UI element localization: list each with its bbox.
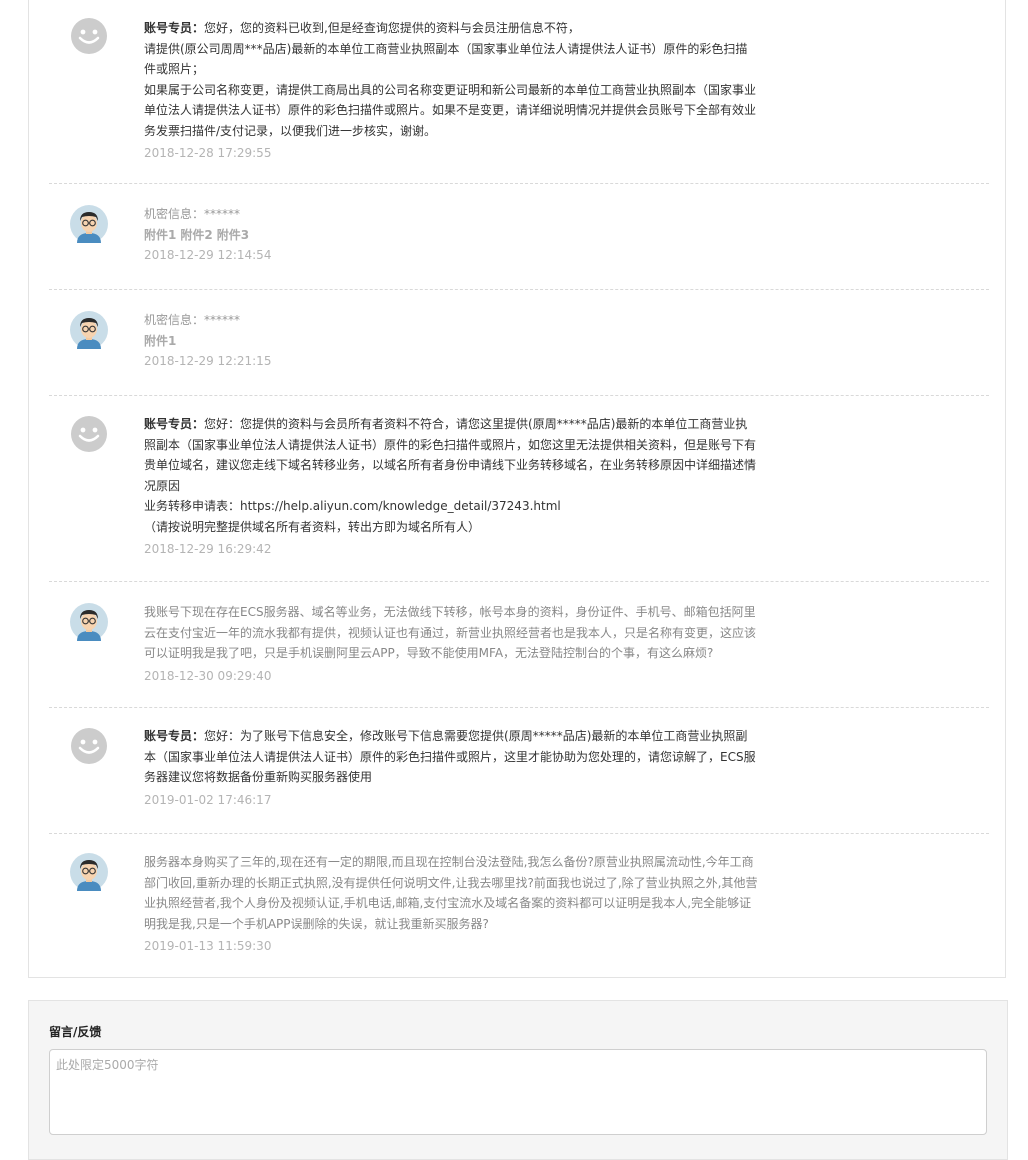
- divider: [49, 581, 989, 582]
- message-content: 机密信息：****** 附件1 2018-12-29 12:21:15: [144, 310, 759, 371]
- user-avatar-icon: [70, 311, 108, 349]
- user-avatar-icon: [70, 603, 108, 641]
- attachment-link[interactable]: 附件2: [180, 228, 212, 242]
- attachment-link[interactable]: 附件3: [217, 228, 249, 242]
- message-text: 服务器本身购买了三年的,现在还有一定的期限,而且现在控制台没法登陆,我怎么备份?…: [144, 855, 758, 931]
- message-text: 您好：为了账号下信息安全，修改账号下信息需要您提供(原周*****品店)最新的本…: [144, 729, 756, 784]
- message-timestamp: 2018-12-30 09:29:40: [144, 668, 272, 683]
- divider: [49, 395, 989, 396]
- sender-label: 账号专员：: [144, 21, 205, 35]
- message-text: 业务转移申请表：https://help.aliyun.com/knowledg…: [144, 499, 561, 513]
- sender-label: 账号专员：: [144, 729, 205, 743]
- secret-info: 机密信息：******: [144, 313, 241, 327]
- divider: [49, 289, 989, 290]
- message-content: 机密信息：****** 附件1 附件2 附件3 2018-12-29 12:14:5…: [144, 204, 759, 265]
- message-text: 您好，您的资料已收到,但是经查询您提供的资料与会员注册信息不符，: [204, 21, 580, 35]
- message-text: 您好：您提供的资料与会员所有者资料不符合，请您这里提供(原周*****品店)最新…: [144, 417, 757, 493]
- message-timestamp: 2018-12-29 12:14:54: [144, 248, 272, 262]
- message-text: 请提供(原公司周周***品店)最新的本单位工商营业执照副本（国家事业单位法人请提…: [144, 41, 748, 77]
- sender-label: 账号专员：: [144, 417, 205, 431]
- message-content: 账号专员：您好：您提供的资料与会员所有者资料不符合，请您这里提供(原周*****…: [144, 414, 759, 559]
- attachment-link[interactable]: 附件1: [144, 334, 176, 348]
- message-thread: 账号专员：您好，您的资料已收到,但是经查询您提供的资料与会员注册信息不符， 请提…: [28, 0, 1006, 978]
- feedback-title: 留言/反馈: [49, 1025, 102, 1039]
- user-avatar-icon: [70, 205, 108, 243]
- staff-avatar-icon: [71, 416, 107, 452]
- attachment-link[interactable]: 附件1: [144, 228, 176, 242]
- divider: [49, 833, 989, 834]
- divider: [49, 183, 989, 184]
- divider: [49, 707, 989, 708]
- message-text: （请按说明完整提供域名所有者资料，转出方即为域名所有人）: [144, 519, 481, 534]
- message-timestamp: 2018-12-29 12:21:15: [144, 354, 272, 368]
- attachment-list: 附件1 附件2 附件3: [144, 225, 759, 246]
- message-text: 如果属于公司名称变更，请提供工商局出具的公司名称变更证明和新公司最新的本单位工商…: [144, 82, 757, 138]
- staff-avatar-icon: [71, 18, 107, 54]
- message-timestamp: 2018-12-29 16:29:42: [144, 542, 272, 556]
- message-timestamp: 2019-01-02 17:46:17: [144, 792, 272, 807]
- message-content: 账号专员：您好：为了账号下信息安全，修改账号下信息需要您提供(原周*****品店…: [144, 726, 759, 810]
- staff-avatar-icon: [71, 728, 107, 764]
- message-content: 服务器本身购买了三年的,现在还有一定的期限,而且现在控制台没法登陆,我怎么备份?…: [144, 852, 759, 956]
- secret-info: 机密信息：******: [144, 207, 241, 221]
- feedback-textarea[interactable]: [49, 1049, 987, 1135]
- message-content: 我账号下现在存在ECS服务器、域名等业务，无法做线下转移，帐号本身的资料，身份证…: [144, 602, 759, 686]
- message-timestamp: 2018-12-28 17:29:55: [144, 146, 272, 160]
- message-content: 账号专员：您好，您的资料已收到,但是经查询您提供的资料与会员注册信息不符， 请提…: [144, 18, 759, 163]
- feedback-panel: 留言/反馈: [28, 1000, 1008, 1160]
- user-avatar-icon: [70, 853, 108, 891]
- message-timestamp: 2019-01-13 11:59:30: [144, 939, 272, 953]
- attachment-list: 附件1: [144, 331, 759, 352]
- message-text: 我账号下现在存在ECS服务器、域名等业务，无法做线下转移，帐号本身的资料，身份证…: [144, 605, 757, 660]
